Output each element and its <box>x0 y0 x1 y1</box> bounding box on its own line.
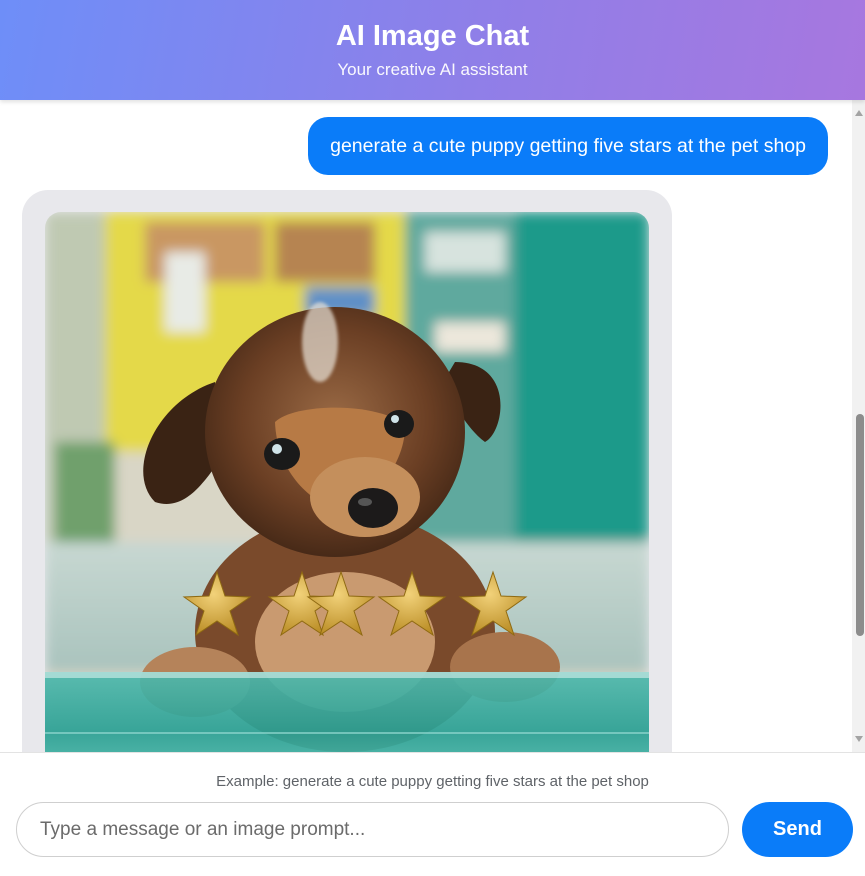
puppy-stars-illustration <box>45 212 649 752</box>
send-button[interactable]: Send <box>742 802 853 857</box>
user-message-bubble: generate a cute puppy getting five stars… <box>308 117 828 175</box>
scrollbar-thumb[interactable] <box>856 414 864 636</box>
assistant-message-bubble <box>22 190 672 752</box>
chat-area[interactable]: generate a cute puppy getting five stars… <box>0 100 865 752</box>
example-prompt-hint: Example: generate a cute puppy getting f… <box>216 773 649 790</box>
app-subtitle: Your creative AI assistant <box>337 60 528 79</box>
message-input[interactable] <box>16 802 729 857</box>
scroll-down-arrow-icon[interactable] <box>855 736 863 742</box>
chat-scrollbar[interactable] <box>852 100 865 752</box>
app-title: AI Image Chat <box>335 20 530 52</box>
scroll-up-arrow-icon[interactable] <box>855 110 863 116</box>
input-footer: Example: generate a cute puppy getting f… <box>0 752 865 876</box>
generated-image[interactable] <box>45 212 649 752</box>
app-header: AI Image Chat Your creative AI assistant <box>0 0 865 100</box>
